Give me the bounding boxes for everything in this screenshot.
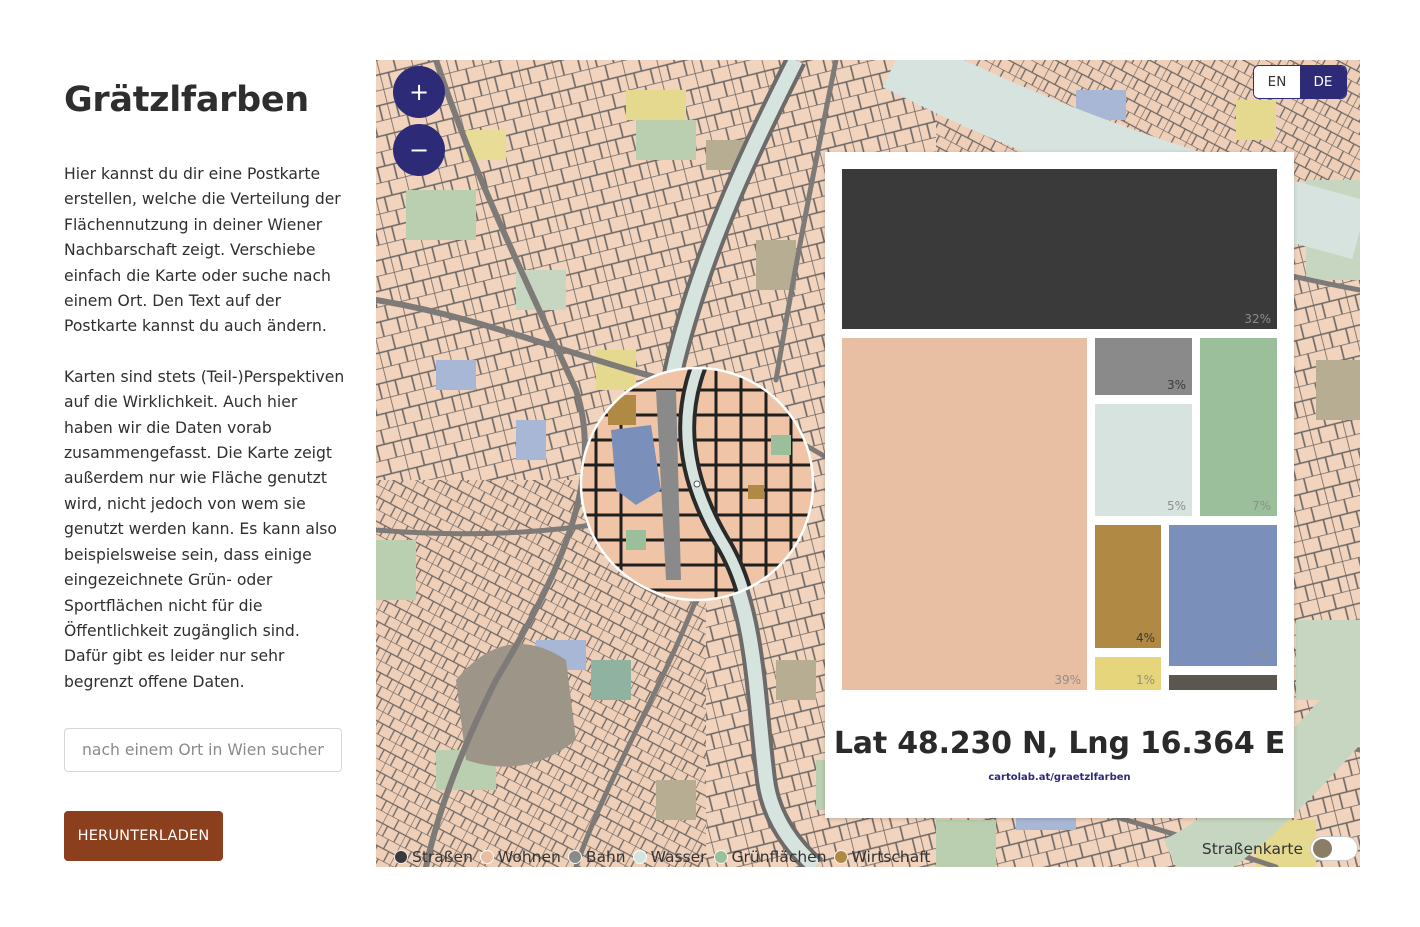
street-map-toggle: Straßenkarte xyxy=(1202,836,1358,861)
legend-item: Straßen xyxy=(394,848,473,866)
language-switch: EN DE xyxy=(1253,65,1347,99)
postcard-url: cartolab.at/graetzlfarben xyxy=(988,772,1131,783)
intro-paragraph-2: Karten sind stets (Teil-)Perspektiven au… xyxy=(64,367,345,691)
legend-label: Straßen xyxy=(412,848,473,866)
legend-swatch xyxy=(713,850,728,864)
treemap-label: 4% xyxy=(1136,631,1155,645)
postcard: 32% 39% 3% 5% 7% 4% 1% 7% Lat 48.230 N, Lng 16.… xyxy=(825,152,1294,818)
download-button[interactable]: HERUNTERLADEN xyxy=(64,811,223,861)
legend-swatch xyxy=(833,850,848,864)
treemap-cell xyxy=(842,169,1277,329)
toggle-knob xyxy=(1313,839,1332,858)
legend-swatch xyxy=(394,850,408,864)
legend-item: Wirtschaft xyxy=(833,848,931,866)
treemap-label: 7% xyxy=(1252,499,1271,513)
legend-item: Grünflächen xyxy=(713,848,827,866)
legend-item: Wasser xyxy=(632,848,707,866)
legend-swatch xyxy=(632,850,647,864)
treemap-cell xyxy=(1169,525,1277,666)
street-map-label: Straßenkarte xyxy=(1201,839,1303,858)
treemap-label: 32% xyxy=(1244,312,1271,326)
legend-label: Wasser xyxy=(650,848,707,866)
zoom-out-button[interactable]: − xyxy=(393,124,445,176)
legend: Straßen Wohnen Bahn Wasser Grünflächen Wirtsc… xyxy=(394,848,937,866)
legend-label: Bahn xyxy=(585,848,626,866)
legend-label: Grünflächen xyxy=(731,848,827,866)
legend-label: Wirtschaft xyxy=(851,848,931,866)
legend-label: Wohnen xyxy=(497,848,561,866)
postcard-coordinates[interactable]: Lat 48.230 N, Lng 16.364 E xyxy=(825,726,1294,761)
search-input[interactable] xyxy=(64,728,342,772)
street-map-switch[interactable] xyxy=(1310,836,1358,861)
lang-de-button[interactable]: DE xyxy=(1300,66,1346,98)
treemap-label: 3% xyxy=(1167,378,1186,392)
center-marker xyxy=(693,480,701,488)
page-title: Grätzlfarben xyxy=(64,80,309,120)
treemap-cell xyxy=(1169,675,1277,690)
legend-swatch xyxy=(479,850,494,864)
legend-item: Wohnen xyxy=(479,848,561,866)
treemap-cell xyxy=(1095,525,1161,648)
legend-item: Bahn xyxy=(567,848,626,866)
treemap-label: 5% xyxy=(1167,499,1186,513)
treemap-label: 7% xyxy=(1252,649,1271,663)
info-panel: Grätzlfarben Hier kannst du dir eine Pos… xyxy=(64,80,348,720)
intro-paragraph-1: Hier kannst du dir eine Postkarte erstel… xyxy=(64,165,341,336)
treemap-cell xyxy=(842,338,1087,690)
treemap-label: 39% xyxy=(1054,673,1081,687)
legend-swatch xyxy=(567,850,582,864)
treemap-label: 1% xyxy=(1136,673,1155,687)
treemap-cell xyxy=(1200,338,1277,516)
zoom-in-button[interactable]: + xyxy=(393,66,445,118)
treemap: 32% 39% 3% 5% 7% 4% 1% 7% xyxy=(842,169,1277,690)
map[interactable]: + − EN DE 32% 39% 3% 5% 7% 4% 1% 7% Lat 48.230 … xyxy=(376,60,1360,867)
lang-en-button[interactable]: EN xyxy=(1254,66,1300,98)
